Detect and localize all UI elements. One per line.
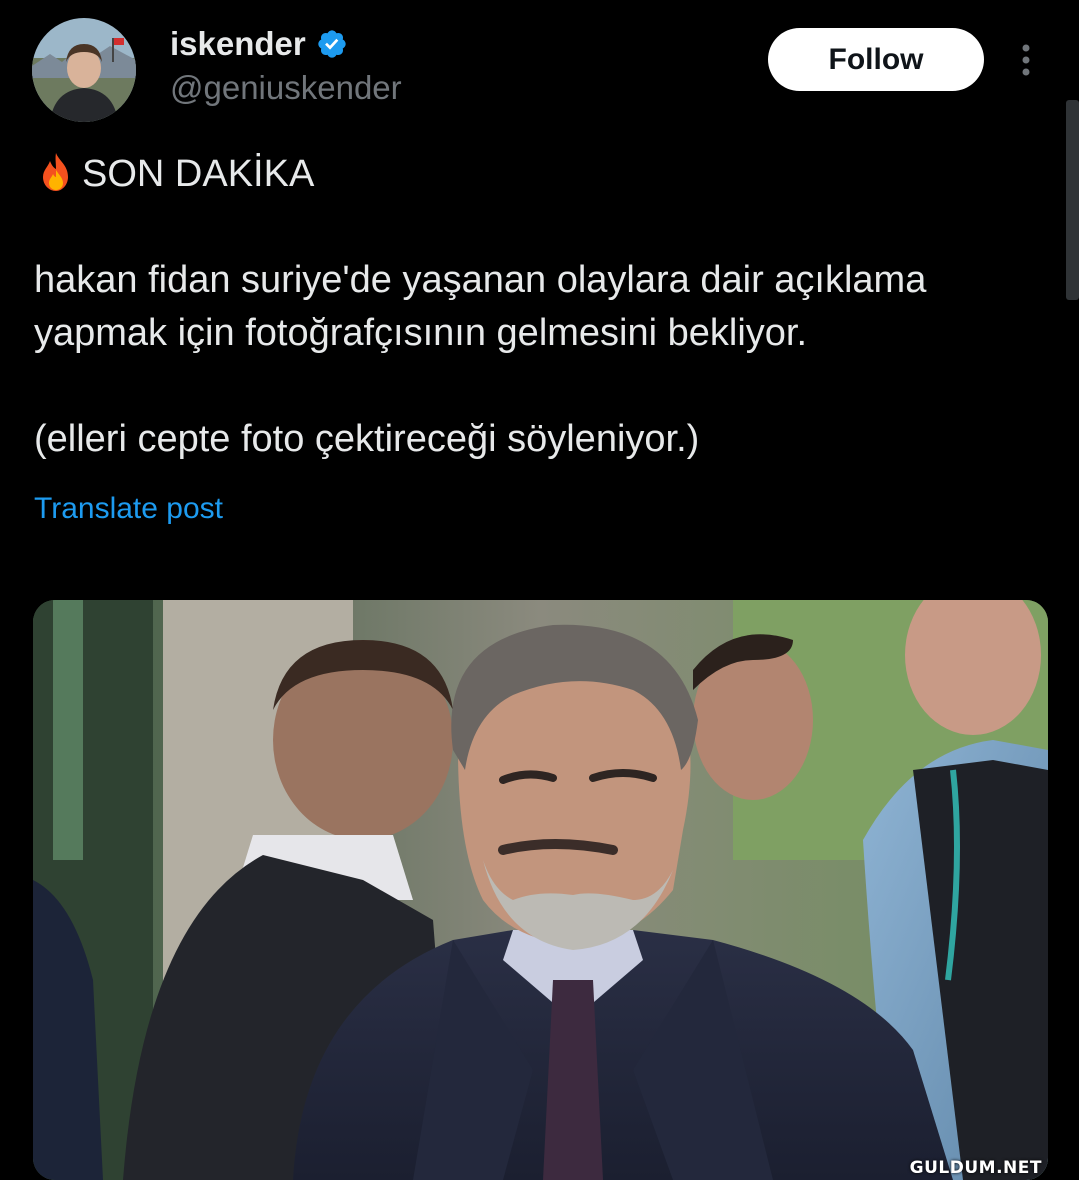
watermark: GULDUM.NET <box>909 1158 1042 1178</box>
author-handle[interactable]: @geniuskender <box>170 68 402 108</box>
tweet-headline-line: SON DAKİKA <box>34 148 1054 201</box>
tweet-text: SON DAKİKA hakan fidan suriye'de yaşanan… <box>34 148 1054 466</box>
display-name[interactable]: iskender <box>170 24 306 64</box>
more-vertical-icon <box>1022 44 1030 76</box>
verified-badge-icon <box>316 28 348 60</box>
tweet-headline: SON DAKİKA <box>82 153 315 195</box>
author-name-row: iskender <box>170 24 348 64</box>
fire-icon <box>34 150 78 194</box>
follow-button[interactable]: Follow <box>768 28 984 91</box>
more-options-button[interactable] <box>1004 38 1048 82</box>
avatar[interactable] <box>32 18 136 122</box>
tweet-note: (elleri cepte foto çektireceği söyleniyo… <box>34 418 700 460</box>
scrollbar[interactable] <box>1066 100 1079 300</box>
tweet-body: hakan fidan suriye'de yaşanan olaylara d… <box>34 259 927 354</box>
translate-post-link[interactable]: Translate post <box>34 490 223 528</box>
tweet-media-photo[interactable]: GULDUM.NET <box>33 600 1048 1180</box>
